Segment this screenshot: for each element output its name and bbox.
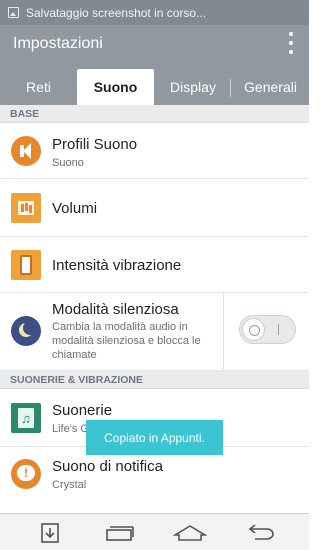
row-intensita-vibrazione[interactable]: Intensità vibrazione xyxy=(0,237,309,293)
row-subtitle: Cambia la modalità audio in modalità sil… xyxy=(52,321,201,361)
row-volumi[interactable]: Volumi xyxy=(0,179,309,237)
page-title: Impostazioni xyxy=(13,35,103,52)
tab-divider xyxy=(230,79,231,97)
section-header-base: BASE xyxy=(0,105,309,123)
music-icon: ♫ xyxy=(11,403,41,433)
recent-apps-icon[interactable] xyxy=(100,518,140,547)
speaker-icon xyxy=(11,136,41,166)
toast-message: Copiato in Appunti. xyxy=(86,420,223,455)
tab-reti[interactable]: Reti xyxy=(0,69,77,105)
row-subtitle: Suono xyxy=(52,157,84,169)
navigation-bar xyxy=(0,513,309,550)
download-icon[interactable] xyxy=(30,518,70,547)
row-subtitle: Life's G xyxy=(52,423,89,435)
toggle-on-indicator xyxy=(278,324,279,335)
row-title: Suono di notifica xyxy=(52,458,163,475)
tab-display[interactable]: Display xyxy=(156,69,230,105)
overflow-menu-icon[interactable] xyxy=(287,32,295,54)
row-profili-suono[interactable]: Profili Suono Suono xyxy=(0,123,309,179)
row-title: Modalità silenziosa xyxy=(52,301,179,318)
row-suono-di-notifica[interactable]: ! Suono di notifica Crystal xyxy=(0,447,309,505)
row-title: Profili Suono xyxy=(52,136,138,153)
volume-icon xyxy=(11,193,41,223)
row-subtitle: Crystal xyxy=(52,479,87,491)
tab-generali[interactable]: Generali xyxy=(232,69,309,105)
vibration-icon xyxy=(11,250,41,280)
action-bar: Impostazioni xyxy=(0,25,309,63)
tab-suono[interactable]: Suono xyxy=(77,69,154,105)
row-title: Intensità vibrazione xyxy=(52,257,182,274)
silent-mode-toggle[interactable] xyxy=(239,315,296,344)
home-icon[interactable] xyxy=(170,518,210,547)
section-header-suonerie: SUONERIE & VIBRAZIONE xyxy=(0,371,309,389)
status-text: Salvataggio screenshot in corso... xyxy=(26,5,207,20)
notification-icon: ! xyxy=(11,459,41,489)
row-title: Volumi xyxy=(52,200,98,217)
image-icon xyxy=(8,7,19,18)
status-bar: Salvataggio screenshot in corso... xyxy=(0,0,309,25)
toggle-knob xyxy=(242,318,265,341)
row-modalita-silenziosa[interactable]: Modalità silenziosa Cambia la modalità a… xyxy=(0,293,309,371)
row-title: Suonerie xyxy=(52,402,113,419)
back-icon[interactable] xyxy=(240,518,280,547)
tab-bar: Reti Suono Display Generali xyxy=(0,63,309,105)
toggle-area xyxy=(223,293,309,370)
moon-icon xyxy=(11,316,41,346)
